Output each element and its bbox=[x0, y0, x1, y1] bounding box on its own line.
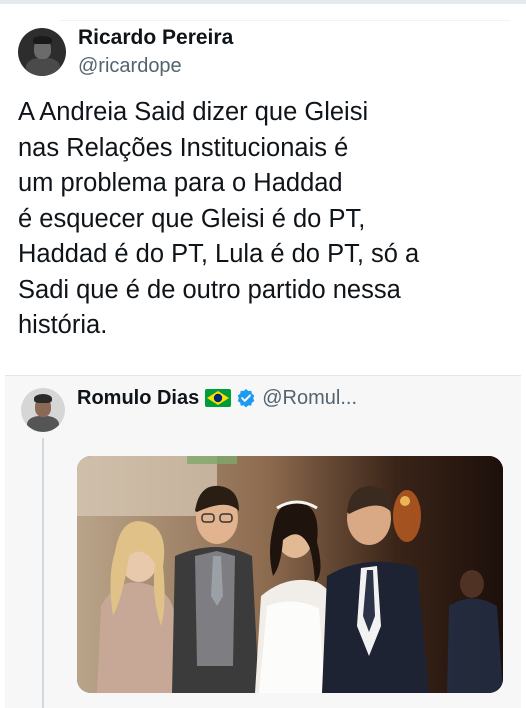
tweet-text: A Andreia Said dizer que Gleisi nas Rela… bbox=[18, 95, 508, 344]
tweet-text-line: história. bbox=[18, 311, 108, 339]
quoted-display-name[interactable]: Romulo Dias bbox=[77, 387, 199, 410]
quoted-tweet[interactable]: Romulo Dias @Romul... bbox=[5, 375, 521, 708]
thread-connector bbox=[42, 438, 44, 708]
main-tweet: Ricardo Pereira @ricardope A Andreia Sai… bbox=[0, 0, 526, 375]
author-handle[interactable]: @ricardope bbox=[78, 55, 182, 78]
quoted-avatar[interactable] bbox=[21, 388, 65, 432]
tweet-text-line: A Andreia Said dizer que Gleisi bbox=[18, 98, 369, 126]
quoted-tweet-header: Romulo Dias @Romul... bbox=[77, 386, 357, 410]
tweet-text-line: um problema para o Haddad bbox=[18, 169, 343, 197]
quoted-handle[interactable]: @Romul... bbox=[262, 387, 357, 410]
tweet-text-line: Sadi que é de outro partido nessa bbox=[18, 275, 401, 304]
tweet-text-line: Haddad é do PT, Lula é do PT, só a bbox=[18, 240, 420, 268]
brazil-flag-icon bbox=[205, 389, 232, 407]
verified-badge-icon bbox=[236, 388, 256, 408]
tweet-text-line: nas Relações Institucionais é bbox=[18, 133, 349, 162]
tweet-text-line: é esquecer que Gleisi é do PT, bbox=[18, 204, 366, 233]
quoted-photo[interactable] bbox=[77, 456, 503, 693]
avatar[interactable] bbox=[18, 28, 66, 76]
author-display-name[interactable]: Ricardo Pereira bbox=[78, 26, 233, 50]
